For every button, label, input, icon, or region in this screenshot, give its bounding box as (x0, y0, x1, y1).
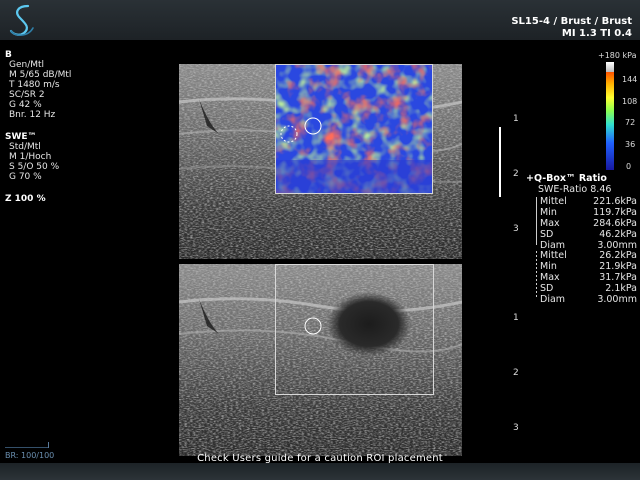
colorbar-max-label: +180 kPa (598, 51, 637, 60)
roi2-bracket (536, 251, 537, 299)
bmode-param: Gen/Mtl (9, 60, 45, 70)
bmode-image[interactable] (179, 264, 462, 456)
qbox-panel: +Q-Box™ Ratio SWE-Ratio 8.46 (526, 173, 612, 195)
stat-row: SD 2.1kPa (540, 283, 637, 294)
supersonic-s-icon (6, 2, 40, 38)
depth-label: 1 (513, 313, 519, 323)
bmode-param: SC/SR 2 (9, 90, 45, 100)
stat-row: Min 21.9kPa (540, 261, 637, 272)
bmode-param: T 1480 m/s (9, 80, 60, 90)
swe-param: G 70 % (9, 172, 42, 182)
probe-preset: SL15-4 / Brust / Brust (511, 16, 632, 27)
qbox-title: +Q-Box™ Ratio (526, 173, 607, 184)
colorbar-tick: 108 (622, 97, 638, 106)
stat-row: Diam 3.00mm (540, 294, 637, 305)
bmode-title: B (5, 50, 12, 60)
swe-title: SWE™ (5, 132, 37, 142)
stat-row: Mittel 221.6kPa (540, 196, 637, 207)
swe-param: M 1/Hoch (9, 152, 52, 162)
bmode-param: G 42 % (9, 100, 42, 110)
mi-ti-indices: MI 1.3 TI 0.4 (561, 28, 632, 39)
stat-row: Max 31.7kPa (540, 272, 637, 283)
colorbar-tick: 72 (625, 118, 636, 127)
footer-bar (0, 463, 640, 480)
depth-label: 1 (513, 114, 519, 124)
swe-ratio: SWE-Ratio 8.46 (538, 184, 612, 195)
roi2-stats: Mittel 26.2kPa Min 21.9kPa Max 31.7kPa SD 2.… (540, 250, 637, 305)
bmode-param: M 5/65 dB/Mtl (9, 70, 72, 80)
colorbar-gray-cap (606, 62, 614, 72)
stat-row: Max 284.6kPa (540, 218, 637, 229)
probe-info: SL15-4 / Brust / Brust MI 1.3 TI 0.4 (511, 16, 632, 40)
swe-param: Std/Mtl (9, 142, 41, 152)
br-line (5, 447, 49, 448)
bmode-param: Bnr. 12 Hz (9, 110, 56, 120)
depth-label: 2 (513, 169, 519, 179)
depth-label: 3 (513, 423, 519, 433)
stat-row: Min 119.7kPa (540, 207, 637, 218)
br-tick (48, 442, 49, 448)
colorbar-tick: 144 (622, 75, 638, 84)
stat-row: Mittel 26.2kPa (540, 250, 637, 261)
swe-color-box (275, 64, 433, 194)
depth-scale-bar (499, 127, 501, 197)
swe-param: S 5/O 50 % (9, 162, 60, 172)
caution-message: Check Users guide for a caution ROI plac… (197, 453, 443, 464)
crosshair-icon: + (526, 173, 534, 184)
stat-row: SD 46.2kPa (540, 229, 637, 240)
roi1-stats: Mittel 221.6kPa Min 119.7kPa Max 284.6kPa S… (540, 196, 637, 251)
elasticity-colorbar (606, 62, 614, 170)
depth-label: 2 (513, 368, 519, 378)
colorbar-tick: 0 (626, 162, 632, 171)
roi1-bracket (536, 197, 537, 245)
depth-label: 3 (513, 224, 519, 234)
acquisition-params: B Gen/Mtl M 5/65 dB/Mtl T 1480 m/s SC/SR… (5, 50, 71, 204)
colorbar-tick: 36 (625, 140, 636, 149)
zoom-level: Z 100 % (5, 194, 46, 204)
swe-elastography-image[interactable] (179, 64, 462, 259)
